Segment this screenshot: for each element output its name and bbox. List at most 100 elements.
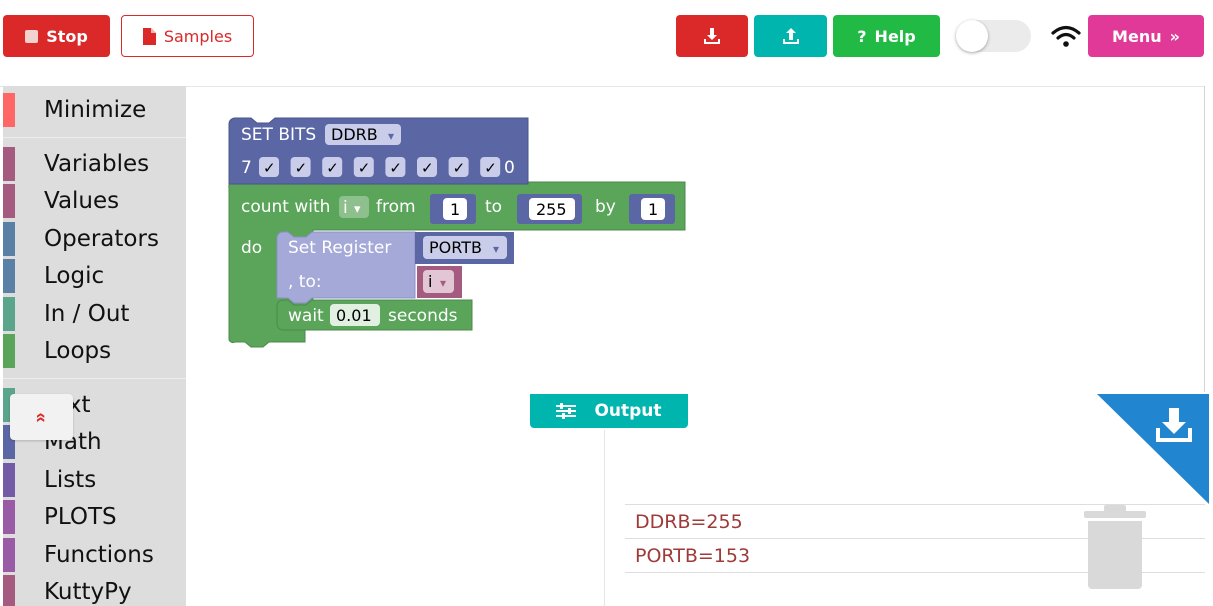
toolbox-item-values[interactable]: Values	[3, 183, 186, 219]
do-label: do	[241, 238, 262, 258]
toolbox-item-label: Minimize	[44, 97, 147, 123]
checkmark-icon: ✓	[389, 159, 402, 177]
high-bit-label: 7	[241, 158, 252, 178]
by-value: 1	[648, 200, 658, 219]
menu-label: Menu	[1112, 26, 1162, 46]
category-color-stripe	[3, 297, 15, 331]
toolbox-item-logic[interactable]: Logic	[3, 258, 186, 294]
toolbox-item-label: Loops	[44, 338, 112, 364]
low-bit-label: 0	[504, 158, 515, 178]
count-with-label: count with	[241, 197, 330, 217]
toggle-knob[interactable]	[956, 20, 988, 52]
trash-icon[interactable]	[1082, 505, 1148, 589]
double-chevron-up-icon: «	[31, 411, 52, 423]
set-bits-title: SET BITS	[241, 125, 316, 145]
to-value: 255	[536, 200, 567, 219]
toolbox-item-minimize[interactable]: Minimize	[3, 92, 186, 128]
checkmark-icon: ✓	[358, 159, 371, 177]
to-label: to	[485, 197, 502, 217]
sliders-icon	[556, 403, 577, 419]
collapse-button[interactable]: «	[10, 394, 73, 440]
wait-label: wait	[288, 306, 324, 326]
set-bits-block[interactable]: SET BITS DDRB ▾ 7 ✓ ✓ ✓ ✓ ✓ ✓ ✓ ✓ 0	[228, 117, 529, 185]
toolbox-item-label: Variables	[44, 151, 150, 177]
from-label: from	[376, 197, 416, 217]
category-color-stripe	[3, 259, 15, 293]
set-register-title: Set Register	[288, 238, 391, 258]
toolbox-item-operators[interactable]: Operators	[3, 221, 186, 257]
toolbox-separator	[3, 137, 186, 138]
upload-button[interactable]	[754, 15, 827, 57]
category-color-stripe	[3, 500, 15, 534]
category-color-stripe	[3, 334, 15, 368]
download-button[interactable]	[676, 15, 748, 57]
toolbox-item-label: Functions	[44, 542, 154, 568]
toolbox-item-label: Lists	[44, 467, 97, 493]
output-divider	[604, 430, 605, 606]
checkmark-icon: ✓	[326, 159, 339, 177]
workspace-edge	[1204, 86, 1205, 392]
mode-toggle[interactable]	[956, 20, 1031, 52]
category-color-stripe	[3, 93, 15, 127]
register-target-value: PORTB	[429, 238, 482, 257]
toolbox-item-in-out[interactable]: In / Out	[3, 296, 186, 332]
category-color-stripe	[3, 222, 15, 256]
register-arrow-icon: ▾	[388, 129, 394, 143]
download-icon	[704, 28, 720, 44]
upload-icon	[782, 28, 799, 44]
category-color-stripe	[3, 575, 15, 606]
checkmark-icon: ✓	[295, 159, 308, 177]
wait-value: 0.01	[336, 306, 372, 325]
wifi-icon[interactable]	[1050, 22, 1082, 50]
category-color-stripe	[3, 463, 15, 497]
toolbox-item-label: Values	[44, 188, 120, 214]
loop-var-text: i	[343, 198, 348, 218]
set-register-to-label: , to:	[288, 272, 322, 292]
toolbox-item-lists[interactable]: Lists	[3, 462, 186, 498]
register-target-arrow-icon: ▾	[493, 242, 499, 256]
save-output-corner[interactable]	[1097, 394, 1209, 504]
toolbox-item-kuttypy[interactable]: KuttyPy	[3, 574, 186, 606]
toolbox-item-functions[interactable]: Functions	[3, 537, 186, 573]
stop-icon	[25, 29, 39, 43]
loop-var-arrow-icon: ▾	[354, 202, 361, 217]
checkmark-icon: ✓	[263, 159, 276, 177]
value-var-text: i	[428, 272, 432, 291]
toolbox-item-label: KuttyPy	[44, 579, 132, 605]
toolbox-item-label: In / Out	[44, 301, 130, 327]
toolbox-item-label: PLOTS	[44, 504, 117, 530]
top-toolbar: Stop Samples ? Help Menu »	[0, 0, 1213, 86]
category-color-stripe	[3, 147, 15, 181]
toolbox-item-label: Logic	[44, 263, 105, 289]
register-value: DDRB	[331, 125, 378, 144]
menu-button[interactable]: Menu »	[1088, 15, 1204, 57]
output-tab-label: Output	[594, 401, 662, 421]
checkmark-icon: ✓	[484, 159, 497, 177]
toolbox-separator	[3, 378, 186, 379]
by-label: by	[595, 197, 616, 217]
wait-block[interactable]: wait 0.01 seconds	[276, 299, 473, 331]
wait-unit: seconds	[388, 306, 458, 326]
toolbox-item-plots[interactable]: PLOTS	[3, 499, 186, 535]
samples-label: Samples	[163, 26, 233, 46]
help-button[interactable]: ? Help	[833, 15, 940, 57]
toolbox-item-label: Operators	[44, 226, 159, 252]
category-color-stripe	[3, 538, 15, 572]
output-tab[interactable]: Output	[530, 394, 688, 428]
set-register-block[interactable]: Set Register , to: PORTB ▾ i ▾	[276, 231, 514, 304]
samples-button[interactable]: Samples	[121, 15, 254, 57]
toolbox-item-loops[interactable]: Loops	[3, 333, 186, 369]
stop-button[interactable]: Stop	[3, 15, 110, 57]
help-icon: ?	[857, 26, 867, 46]
help-label: Help	[874, 26, 916, 46]
value-var-arrow-icon: ▾	[440, 276, 446, 290]
stop-label: Stop	[46, 26, 88, 46]
checkmark-icon: ✓	[453, 159, 466, 177]
double-chevron-right-icon: »	[1169, 26, 1180, 46]
output-panel	[186, 394, 1213, 606]
block-canvas[interactable]: count with i ▾ from 1 to 255 by 1 do SET…	[225, 112, 695, 357]
file-icon	[142, 27, 156, 45]
from-value: 1	[450, 200, 460, 219]
checkmark-icon: ✓	[421, 159, 434, 177]
toolbox-item-variables[interactable]: Variables	[3, 146, 186, 182]
